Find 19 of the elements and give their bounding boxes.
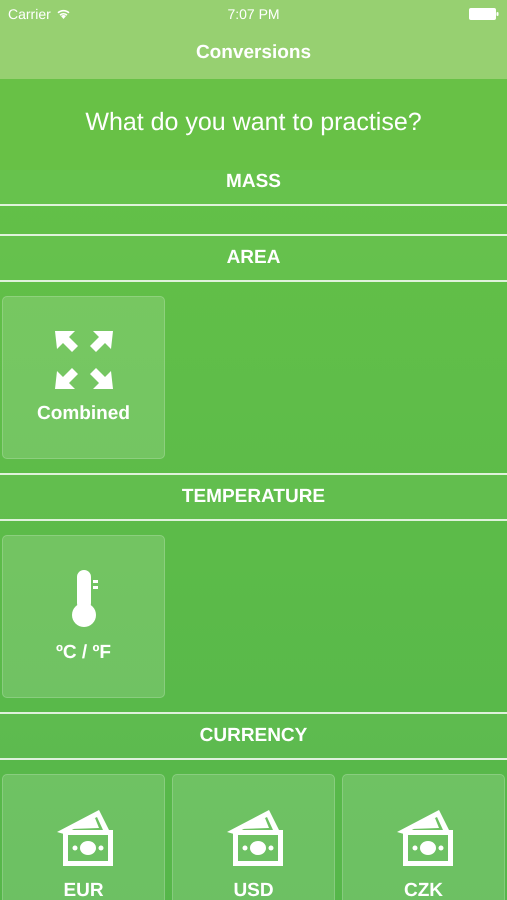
- carrier-label: Carrier: [8, 6, 51, 22]
- money-icon: [224, 810, 282, 866]
- nav-title: Conversions: [196, 42, 312, 64]
- option-card[interactable]: Combined: [2, 296, 165, 459]
- option-card[interactable]: ºC / ºF: [2, 535, 165, 698]
- prompt-text: What do you want to practise?: [85, 108, 422, 137]
- section-title: MASS: [226, 171, 281, 193]
- section-title: CURRENCY: [200, 725, 308, 747]
- clock-time: 7:07 PM: [227, 6, 280, 22]
- wifi-icon: [56, 8, 71, 19]
- money-icon: [394, 810, 452, 866]
- option-card[interactable]: USD: [172, 774, 335, 900]
- expand-icon: [54, 330, 112, 388]
- money-icon: [54, 810, 112, 866]
- battery-icon: [469, 8, 500, 20]
- option-card[interactable]: CZK: [342, 774, 505, 900]
- section-title: TEMPERATURE: [182, 486, 326, 508]
- section-title: AREA: [226, 247, 280, 269]
- option-card[interactable]: EUR: [2, 774, 165, 900]
